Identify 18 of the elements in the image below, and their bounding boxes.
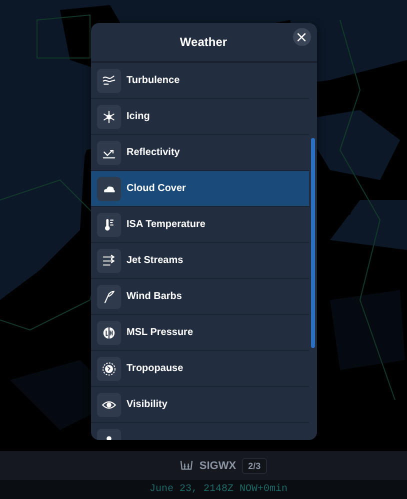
layer-name: SIGWX (199, 460, 236, 472)
menu-item[interactable]: Jet Streams (90, 243, 308, 279)
pressure-icon (100, 324, 116, 340)
menu-item[interactable]: ISA Temperature (90, 207, 308, 243)
page-badge[interactable]: 2/3 (242, 458, 267, 474)
close-button[interactable]: × (292, 28, 310, 46)
menu-item[interactable]: Icing (90, 99, 308, 135)
menu-item[interactable]: Visibility (90, 387, 308, 423)
menu-item[interactable]: Turbulence (90, 63, 308, 99)
scrollbar[interactable] (310, 138, 314, 348)
dialog-title: Weather (180, 35, 228, 49)
arrows-icon (100, 252, 116, 268)
menu-item[interactable]: MSL Pressure (90, 315, 308, 351)
menu-item[interactable]: Tropopause (90, 351, 308, 387)
menu-item[interactable]: Cloud Cover (90, 171, 308, 207)
menu-item[interactable]: Wind Barbs (90, 279, 308, 315)
snowflake-icon (100, 108, 116, 124)
time-text: June 23, 2148Z NOW+0min (149, 484, 288, 495)
